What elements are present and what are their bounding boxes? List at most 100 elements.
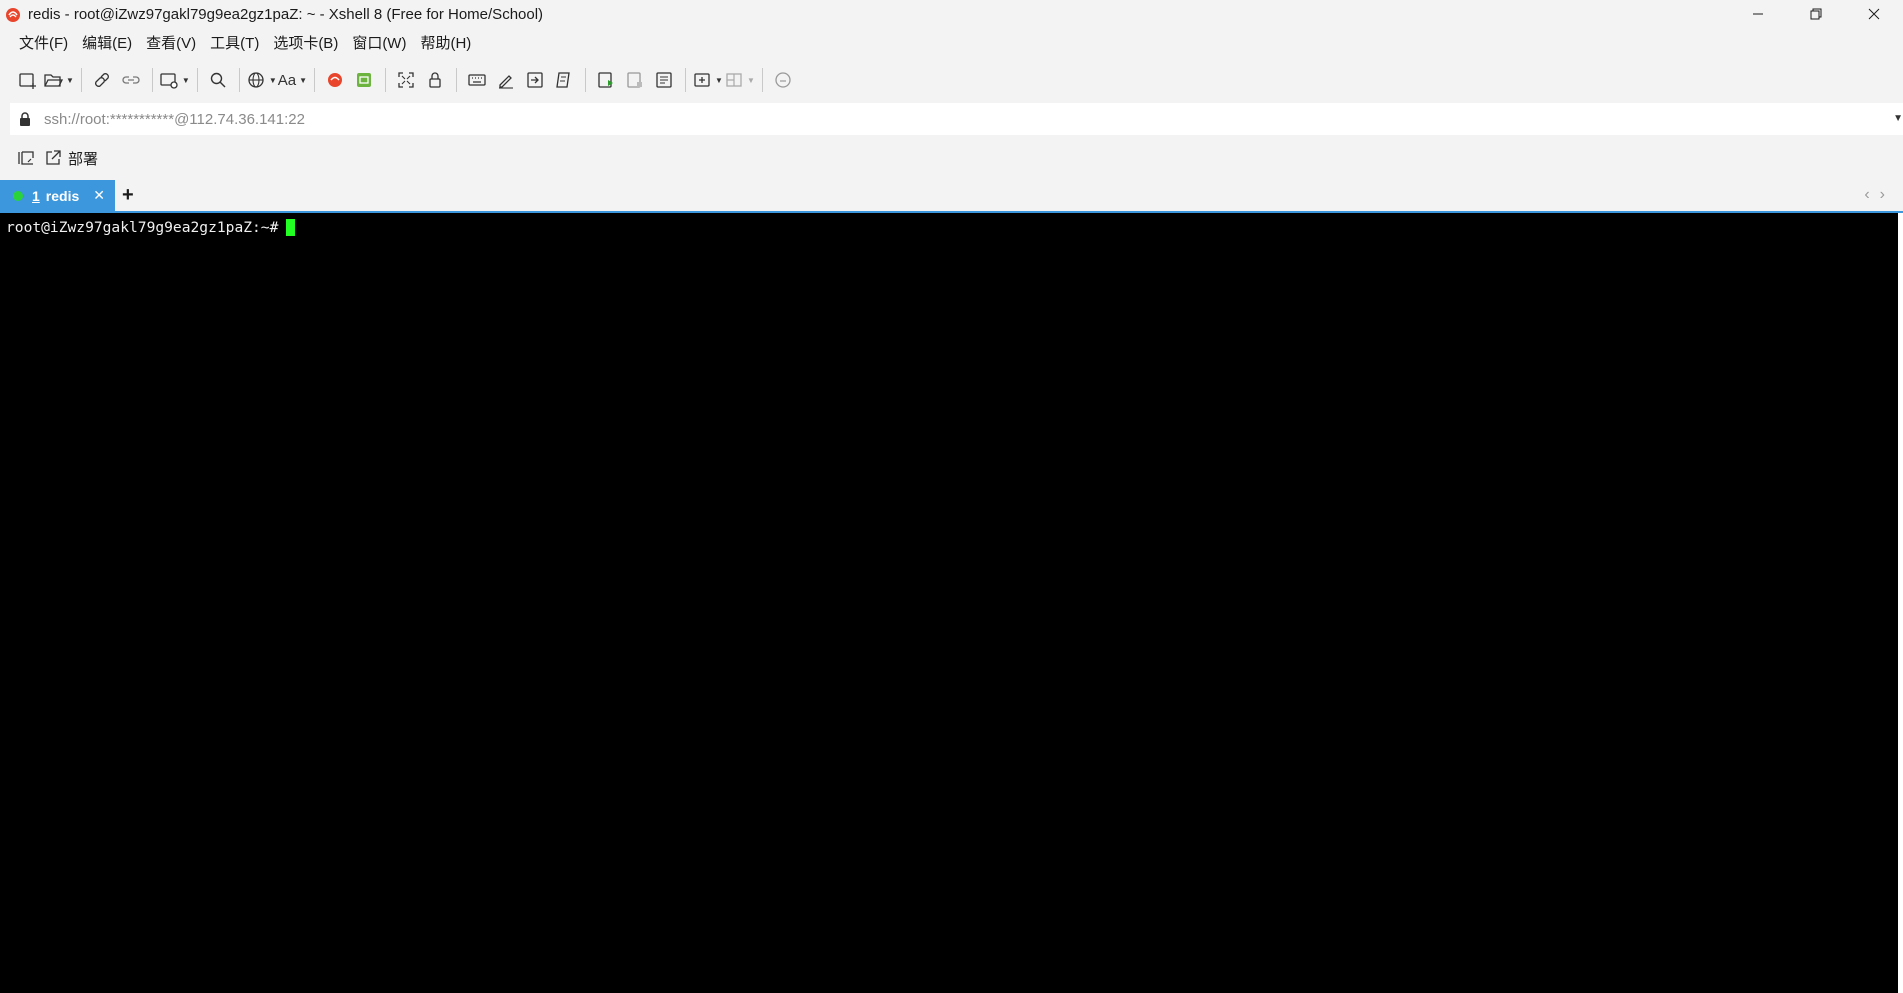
- reconnect-icon: [94, 73, 109, 87]
- chevron-down-icon: ▼: [181, 75, 190, 85]
- keyboard-button[interactable]: [463, 66, 491, 94]
- log-start-icon: [598, 72, 614, 88]
- toolbar-divider: [238, 68, 240, 92]
- chevron-down-icon: ▼: [746, 75, 755, 85]
- close-button[interactable]: [1845, 0, 1903, 28]
- chat-button[interactable]: [769, 66, 797, 94]
- search-icon: [210, 72, 226, 88]
- toolbar-divider: [314, 68, 316, 92]
- deploy-label: 部署: [68, 150, 99, 168]
- menu-tools[interactable]: 工具(T): [203, 31, 266, 57]
- lock-icon: [14, 112, 36, 126]
- minimize-icon: [1753, 13, 1763, 15]
- chevron-right-icon[interactable]: ›: [1880, 186, 1885, 204]
- add-box-icon: [694, 73, 710, 87]
- restore-icon: [1810, 8, 1822, 20]
- find-button[interactable]: [204, 66, 232, 94]
- script-button[interactable]: [550, 66, 578, 94]
- fullscreen-button[interactable]: [392, 66, 420, 94]
- menu-help[interactable]: 帮助(H): [413, 31, 478, 57]
- globe-icon: [248, 72, 264, 88]
- xftp-icon: [328, 73, 343, 87]
- address-dropdown-icon[interactable]: ▼: [1893, 113, 1903, 124]
- notes-button[interactable]: [650, 66, 678, 94]
- terminal-scrollbar[interactable]: [1898, 213, 1903, 993]
- chevron-down-icon: ▼: [66, 75, 74, 85]
- font-icon: Aa: [277, 71, 297, 89]
- lock-button[interactable]: [421, 66, 449, 94]
- shell-prompt: root@iZwz97gakl79g9ea2gz1paZ:~#: [6, 219, 279, 236]
- chevron-down-icon: ▼: [299, 75, 308, 85]
- new-session-button[interactable]: [14, 66, 42, 94]
- log-stop-icon: [627, 72, 643, 88]
- xftp-button[interactable]: [321, 66, 349, 94]
- fullscreen-icon: [398, 72, 414, 88]
- add-tab-icon[interactable]: +: [122, 185, 134, 205]
- tab-label: redis: [45, 187, 80, 204]
- layout-icon: [726, 73, 742, 87]
- toolbar-divider: [385, 68, 387, 92]
- tab-bar: 1 redis ✕ + ‹ ›: [0, 180, 1903, 211]
- menu-bar: 文件(F) 编辑(E) 查看(V) 工具(T) 选项卡(B) 窗口(W) 帮助(…: [0, 31, 478, 57]
- properties-button[interactable]: ▼: [159, 66, 190, 94]
- title-bar: redis - root@iZwz97gakl79g9ea2gz1paZ: ~ …: [0, 0, 1903, 28]
- chat-icon: [775, 72, 791, 88]
- encoding-button[interactable]: ▼: [246, 66, 277, 94]
- terminal-cursor: [286, 219, 296, 236]
- links-menu-button[interactable]: [16, 148, 36, 168]
- xshell-logo-icon: [4, 5, 22, 23]
- minimize-button[interactable]: [1729, 0, 1787, 28]
- connection-status-icon: [13, 190, 23, 201]
- menu-edit[interactable]: 编辑(E): [75, 31, 139, 57]
- menu-view[interactable]: 查看(V): [139, 31, 203, 57]
- menu-file[interactable]: 文件(F): [12, 31, 75, 57]
- font-button[interactable]: Aa ▼: [278, 66, 307, 94]
- reconnect-button[interactable]: [88, 66, 116, 94]
- tab-close-icon[interactable]: ✕: [93, 187, 105, 203]
- properties-icon: [160, 73, 178, 89]
- toolbar-divider: [761, 68, 763, 92]
- stop-logging-button[interactable]: [621, 66, 649, 94]
- toolbar-divider: [151, 68, 153, 92]
- tab-number: 1: [32, 187, 40, 204]
- xagent-button[interactable]: [350, 66, 378, 94]
- new-tab-group-button[interactable]: ▼: [692, 66, 723, 94]
- link-icon: [122, 76, 140, 84]
- toolbar-divider: [685, 68, 687, 92]
- toolbar: ▼ ▼ ▼ Aa ▼ ▼ ▼: [0, 64, 1903, 96]
- links-icon: [18, 151, 34, 165]
- menu-window[interactable]: 窗口(W): [345, 31, 413, 57]
- layout-button[interactable]: ▼: [724, 66, 755, 94]
- send-button[interactable]: [521, 66, 549, 94]
- chevron-down-icon: ▼: [715, 75, 723, 85]
- send-icon: [527, 72, 543, 88]
- toolbar-divider: [456, 68, 458, 92]
- xagent-icon: [357, 73, 372, 87]
- deploy-button[interactable]: 部署: [44, 148, 98, 169]
- folder-open-icon: [44, 74, 63, 87]
- open-session-button[interactable]: ▼: [43, 66, 74, 94]
- terminal-line: root@iZwz97gakl79g9ea2gz1paZ:~#: [6, 219, 1898, 236]
- start-logging-button[interactable]: [592, 66, 620, 94]
- lock-icon: [429, 72, 441, 88]
- toolbar-divider: [196, 68, 198, 92]
- address-bar[interactable]: ssh://root:***********@112.74.36.141:22 …: [10, 103, 1903, 135]
- toolbar-divider: [80, 68, 82, 92]
- window-title: redis - root@iZwz97gakl79g9ea2gz1paZ: ~ …: [28, 5, 544, 23]
- keyboard-icon: [468, 74, 486, 86]
- pen-icon: [499, 75, 514, 89]
- disconnect-button[interactable]: [117, 66, 145, 94]
- compose-button[interactable]: [492, 66, 520, 94]
- external-link-icon: [46, 150, 61, 165]
- notes-icon: [656, 72, 672, 88]
- tab-navigation: ‹ ›: [1854, 186, 1885, 204]
- chevron-down-icon: ▼: [268, 75, 277, 85]
- menu-tabs[interactable]: 选项卡(B): [266, 31, 345, 57]
- chevron-left-icon[interactable]: ‹: [1864, 186, 1869, 204]
- tab-redis[interactable]: 1 redis ✕: [0, 180, 115, 211]
- address-input[interactable]: ssh://root:***********@112.74.36.141:22: [44, 111, 305, 128]
- close-icon: [1868, 8, 1880, 20]
- toolbar-divider: [585, 68, 587, 92]
- terminal-area[interactable]: root@iZwz97gakl79g9ea2gz1paZ:~#: [0, 213, 1898, 993]
- restore-button[interactable]: [1787, 0, 1845, 28]
